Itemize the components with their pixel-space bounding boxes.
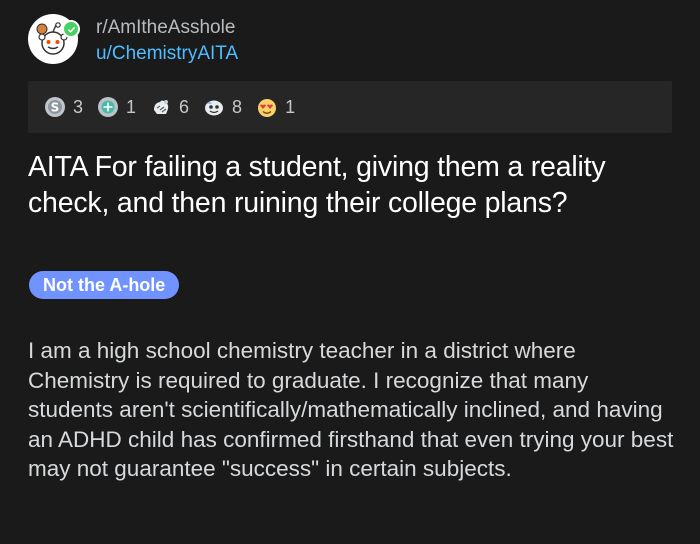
heart-eyes-award-icon xyxy=(256,96,278,118)
award-count: 3 xyxy=(73,96,84,117)
ally-award-icon xyxy=(203,96,225,118)
helpful-award-icon xyxy=(97,96,119,118)
award-count: 6 xyxy=(179,96,190,117)
post-flair[interactable]: Not the A-hole xyxy=(29,271,180,299)
award-helpful[interactable]: 1 xyxy=(97,96,136,118)
svg-text:S: S xyxy=(51,101,60,115)
awards-bar[interactable]: S 3 1 6 8 1 xyxy=(28,81,672,133)
award-count: 8 xyxy=(232,96,243,117)
award-count: 1 xyxy=(285,96,296,117)
silver-award-icon: S xyxy=(44,96,66,118)
post-body: I am a high school chemistry teacher in … xyxy=(28,338,674,481)
award-heart-eyes[interactable]: 1 xyxy=(256,96,295,118)
post-header: r/AmItheAsshole u/ChemistryAITA xyxy=(28,14,238,66)
author-username[interactable]: u/ChemistryAITA xyxy=(96,42,238,66)
subreddit-name[interactable]: r/AmItheAsshole xyxy=(96,16,238,40)
award-silver[interactable]: S 3 xyxy=(44,96,83,118)
verified-check-icon xyxy=(62,20,80,38)
subreddit-avatar[interactable] xyxy=(28,14,80,64)
award-ally[interactable]: 8 xyxy=(203,96,242,118)
post-title[interactable]: AITA For failing a student, giving them … xyxy=(28,149,688,221)
award-wholesome[interactable]: 6 xyxy=(150,96,189,118)
award-count: 1 xyxy=(126,96,137,117)
wholesome-award-icon xyxy=(150,96,172,118)
